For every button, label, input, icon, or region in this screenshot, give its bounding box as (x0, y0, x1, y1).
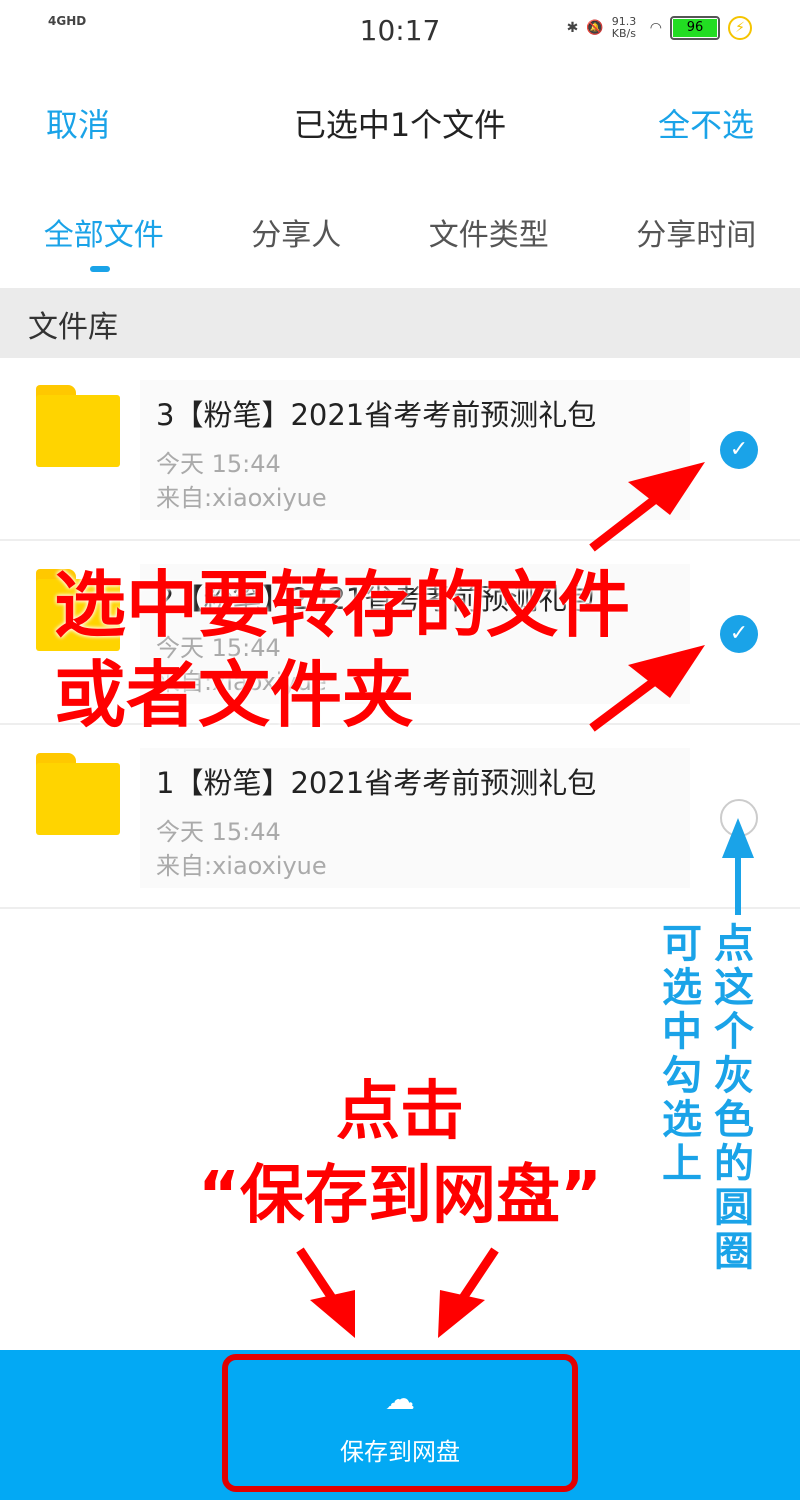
file-card: 1【粉笔】2021省考考前预测礼包 今天 15:44 来自:xiaoxiyue (140, 748, 690, 888)
annotation-line: 选中要转存的文件 (54, 563, 631, 647)
folder-icon (36, 385, 120, 467)
bluetooth-icon: ✱ (566, 20, 579, 36)
checkbox-checked-icon[interactable]: ✓ (720, 615, 758, 653)
mute-icon: 🔕 (586, 20, 604, 36)
battery-level: 96 (673, 19, 717, 37)
red-arrow (296, 1247, 344, 1313)
annotation-select: 选中要转存的文件 或者文件夹 (54, 560, 630, 740)
file-name: 3【粉笔】2021省考考前预测礼包 (156, 398, 597, 432)
bottom-bar: ☁ 保存到网盘 (0, 1350, 800, 1500)
checkbox-checked-icon[interactable]: ✓ (720, 431, 758, 469)
status-icons: ✱ 🔕 91.3 KB/s ◠ 96 ⚡ (567, 16, 752, 40)
annotation-line: 或者文件夹 (54, 653, 415, 737)
file-source: 来自:xiaoxiyue (156, 484, 327, 512)
file-time: 今天 15:44 (156, 450, 281, 478)
file-row[interactable]: 1【粉笔】2021省考考前预测礼包 今天 15:44 来自:xiaoxiyue (0, 726, 800, 909)
cloud-upload-icon: ☁ (385, 1382, 415, 1417)
filter-tabs: 全部文件 分享人 文件类型 分享时间 (0, 210, 800, 254)
save-label: 保存到网盘 (340, 1438, 460, 1466)
file-source: 来自:xiaoxiyue (156, 852, 327, 880)
battery-icon: 96 (670, 16, 720, 40)
status-bar: 4GHD 10:17 ✱ 🔕 91.3 KB/s ◠ 96 ⚡ (0, 0, 800, 60)
file-card: 3【粉笔】2021省考考前预测礼包 今天 15:44 来自:xiaoxiyue (140, 380, 690, 520)
tab-sharer[interactable]: 分享人 (251, 210, 341, 254)
file-time: 今天 15:44 (156, 818, 281, 846)
folder-icon (36, 753, 120, 835)
file-name: 1【粉笔】2021省考考前预测礼包 (156, 766, 597, 800)
annotation-hint-col2: 可选中 勾选上 (662, 921, 702, 1187)
active-tab-indicator (90, 266, 110, 272)
file-row[interactable]: 3【粉笔】2021省考考前预测礼包 今天 15:44 来自:xiaoxiyue … (0, 358, 800, 541)
deselect-all-button[interactable]: 全不选 (658, 100, 754, 146)
annotation-hint-col1: 点这个灰色的圆圈 (714, 921, 754, 1275)
net-speed: 91.3 KB/s (611, 15, 637, 40)
save-to-netdisk-button[interactable]: ☁ 保存到网盘 (222, 1354, 578, 1492)
tab-all-files[interactable]: 全部文件 (44, 210, 164, 254)
cancel-button[interactable]: 取消 (46, 100, 110, 146)
checkbox-unchecked-icon[interactable] (720, 799, 758, 837)
red-arrow (451, 1247, 499, 1313)
tab-share-time[interactable]: 分享时间 (636, 210, 756, 254)
charging-icon: ⚡ (728, 16, 752, 40)
wifi-icon: ◠ (649, 20, 662, 36)
tab-file-type[interactable]: 文件类型 (429, 210, 549, 254)
section-header: 文件库 (0, 288, 800, 358)
